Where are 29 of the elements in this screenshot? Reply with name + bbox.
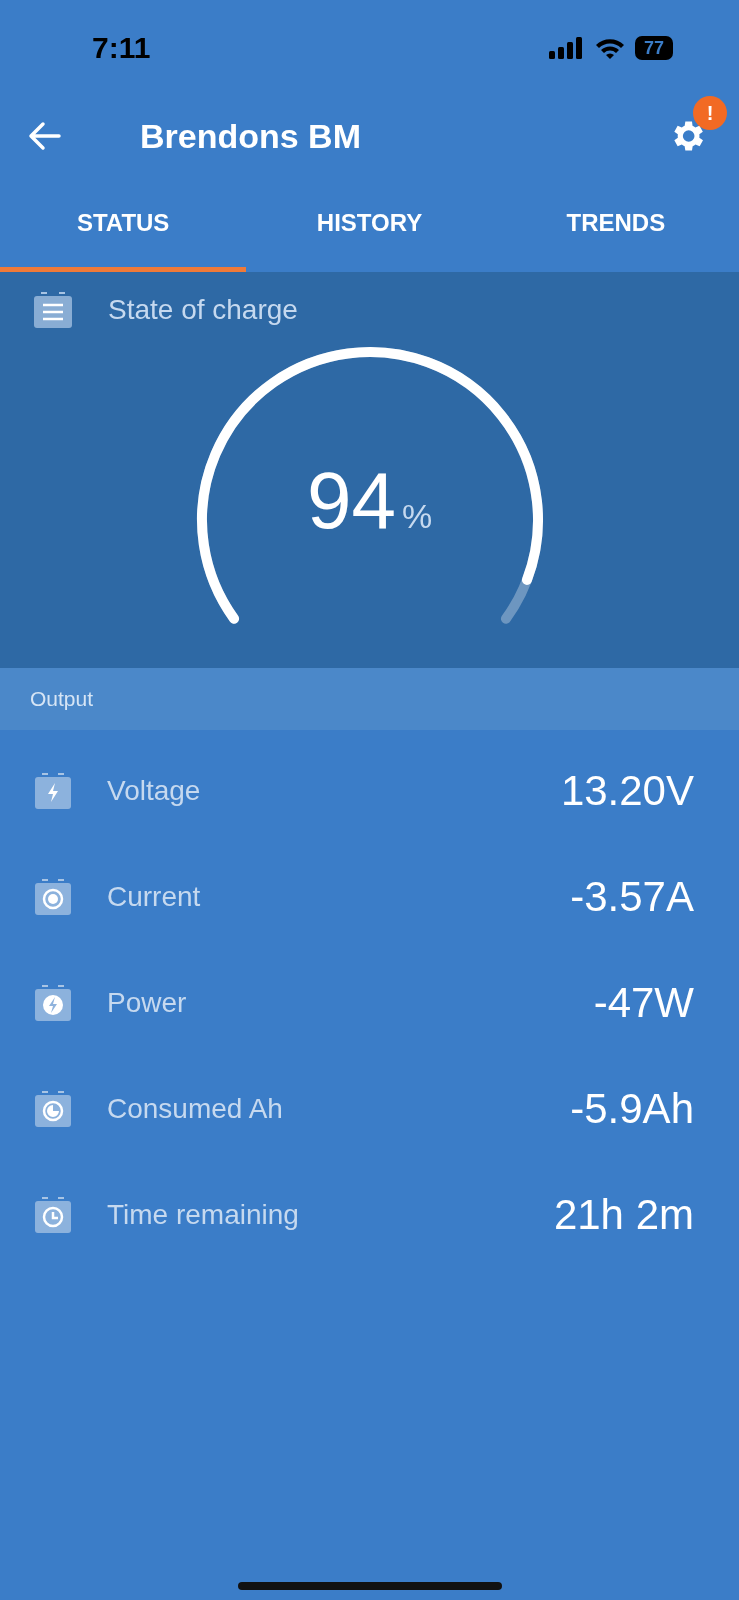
metric-label: Power <box>107 987 188 1019</box>
battery-indicator: 77 <box>634 36 673 60</box>
metric-label: Current <box>107 881 202 913</box>
tab[interactable]: HISTORY <box>246 176 493 272</box>
battery-list-icon <box>34 292 72 328</box>
charge-value: 94 <box>306 455 396 547</box>
wifi-icon <box>594 37 625 59</box>
metric-value: -3.57A <box>570 873 694 921</box>
bolt-circle-icon <box>35 985 71 1021</box>
target-icon <box>35 879 71 915</box>
device-title: Brendons BM <box>140 116 362 156</box>
metric-label: Consumed Ah <box>107 1093 284 1125</box>
metric-value: 13.20V <box>560 767 694 815</box>
settings-button[interactable]: ! <box>663 96 727 160</box>
signal-icon <box>548 37 585 59</box>
metric-value: 21h 2m <box>553 1191 694 1239</box>
alert-badge: ! <box>693 96 727 130</box>
tab[interactable]: TRENDS <box>492 176 739 272</box>
bolt-icon <box>35 773 71 809</box>
pie-icon <box>35 1091 71 1127</box>
metric-value: -47W <box>593 979 694 1027</box>
section-title: State of charge <box>108 294 298 326</box>
metric-label: Time remaining <box>107 1199 300 1231</box>
clock-icon <box>35 1197 71 1233</box>
metric-value: -5.9Ah <box>570 1085 694 1133</box>
status-time: 7:11 <box>92 31 151 65</box>
metric-label: Voltage <box>107 775 202 807</box>
section-heading: Output <box>30 687 94 711</box>
charge-unit: % <box>401 497 433 536</box>
